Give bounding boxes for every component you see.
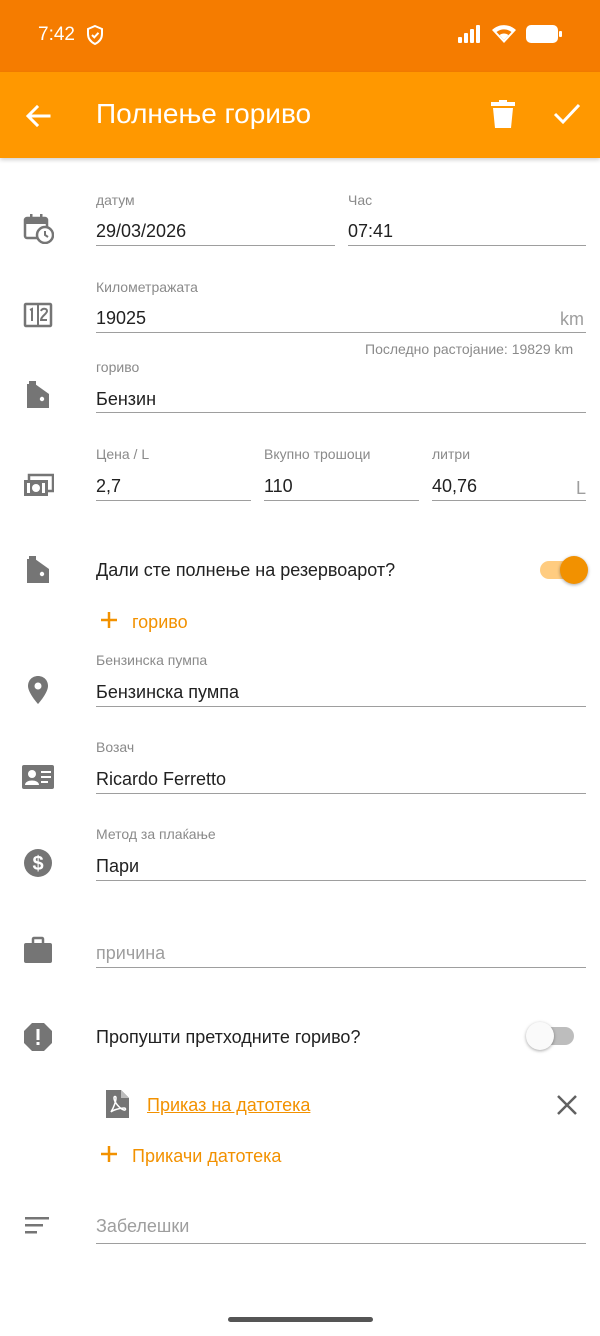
notes-input[interactable]: Забелешки xyxy=(96,1216,189,1237)
gas-station-underline xyxy=(96,706,586,707)
odometer-underline xyxy=(96,332,586,333)
app-bar: Полнење гориво xyxy=(0,72,600,158)
location-pin-icon xyxy=(22,674,54,706)
driver-underline xyxy=(96,793,586,794)
status-icons xyxy=(458,25,562,48)
svg-text:$: $ xyxy=(32,853,43,875)
driver-card-icon xyxy=(22,761,54,793)
gas-station-label: Бензинска пумпа xyxy=(96,652,208,668)
liters-label: литри xyxy=(432,446,471,462)
price-underline xyxy=(96,500,251,501)
status-bar: 7:42 xyxy=(0,0,600,72)
date-label: датум xyxy=(96,192,135,208)
liters-unit: L xyxy=(576,478,587,498)
full-tank-label: Дали сте полнење на резервоарот? xyxy=(96,560,396,580)
fuel-label: гориво xyxy=(96,359,140,375)
attach-file-label: Прикачи датотека xyxy=(132,1146,282,1166)
date-field[interactable]: 29/03/2026 xyxy=(96,221,186,242)
reason-underline xyxy=(96,967,586,968)
time-underline xyxy=(348,245,586,246)
odometer-label: Километражата xyxy=(96,279,198,295)
payment-method-underline xyxy=(96,880,586,881)
toggle-knob xyxy=(526,1022,554,1050)
page-title: Полнење гориво xyxy=(96,98,312,129)
add-fuel-button[interactable]: гориво xyxy=(100,611,188,634)
notes-underline xyxy=(96,1243,586,1244)
fuel-field[interactable]: Бензин xyxy=(96,389,156,410)
last-distance-hint: Последно растојание: 19829 km xyxy=(365,341,574,357)
plus-icon xyxy=(100,611,118,634)
liters-field[interactable]: 40,76 xyxy=(432,476,477,497)
pdf-file-icon xyxy=(104,1089,130,1124)
dollar-coin-icon: $ xyxy=(22,847,54,879)
driver-field[interactable]: Ricardo Ferretto xyxy=(96,769,226,790)
payment-method-field[interactable]: Пари xyxy=(96,856,139,877)
shield-icon xyxy=(86,24,104,50)
time-field[interactable]: 07:41 xyxy=(348,221,393,242)
signal-icon xyxy=(458,25,482,48)
payment-method-label: Метод за плаќање xyxy=(96,826,216,842)
notes-lines-icon xyxy=(22,1212,54,1244)
battery-icon xyxy=(526,25,562,48)
reason-input[interactable]: причина xyxy=(96,943,165,964)
checkmark-icon[interactable] xyxy=(552,100,582,133)
wifi-icon xyxy=(492,25,516,48)
home-indicator[interactable] xyxy=(228,1317,373,1322)
odometer-icon xyxy=(22,300,54,332)
odometer-unit: km xyxy=(560,309,584,329)
full-tank-toggle[interactable] xyxy=(540,556,588,584)
skip-previous-toggle[interactable] xyxy=(526,1022,574,1050)
view-file-link[interactable]: Приказ на датотека xyxy=(147,1095,310,1116)
money-icon xyxy=(22,470,55,502)
odometer-field[interactable]: 19025 xyxy=(96,308,146,329)
briefcase-icon xyxy=(22,934,54,966)
total-cost-underline xyxy=(264,500,419,501)
close-icon[interactable] xyxy=(556,1094,578,1121)
driver-label: Возач xyxy=(96,739,135,755)
date-underline xyxy=(96,245,335,246)
price-label: Цена / L xyxy=(96,446,150,462)
fuel-can-icon xyxy=(22,554,54,586)
back-arrow-icon[interactable] xyxy=(24,102,52,130)
toggle-knob xyxy=(560,556,588,584)
gas-station-field[interactable]: Бензинска пумпа xyxy=(96,682,239,703)
total-cost-label: Вкупно трошоци xyxy=(264,446,371,462)
liters-underline xyxy=(432,500,586,501)
total-cost-field[interactable]: 110 xyxy=(264,476,293,497)
time-label: Час xyxy=(348,192,373,208)
status-time: 7:42 xyxy=(38,24,75,45)
skip-previous-label: Пропушти претходните гориво? xyxy=(96,1027,361,1047)
delete-icon[interactable] xyxy=(491,100,515,133)
calendar-clock-icon xyxy=(22,212,55,245)
add-fuel-label: гориво xyxy=(132,612,188,632)
price-field[interactable]: 2,7 xyxy=(96,476,121,497)
attach-file-button[interactable]: Прикачи датотека xyxy=(100,1145,281,1168)
alert-octagon-icon xyxy=(22,1021,54,1053)
plus-icon xyxy=(100,1145,118,1168)
fuel-can-icon xyxy=(22,379,54,411)
fuel-underline xyxy=(96,412,586,413)
